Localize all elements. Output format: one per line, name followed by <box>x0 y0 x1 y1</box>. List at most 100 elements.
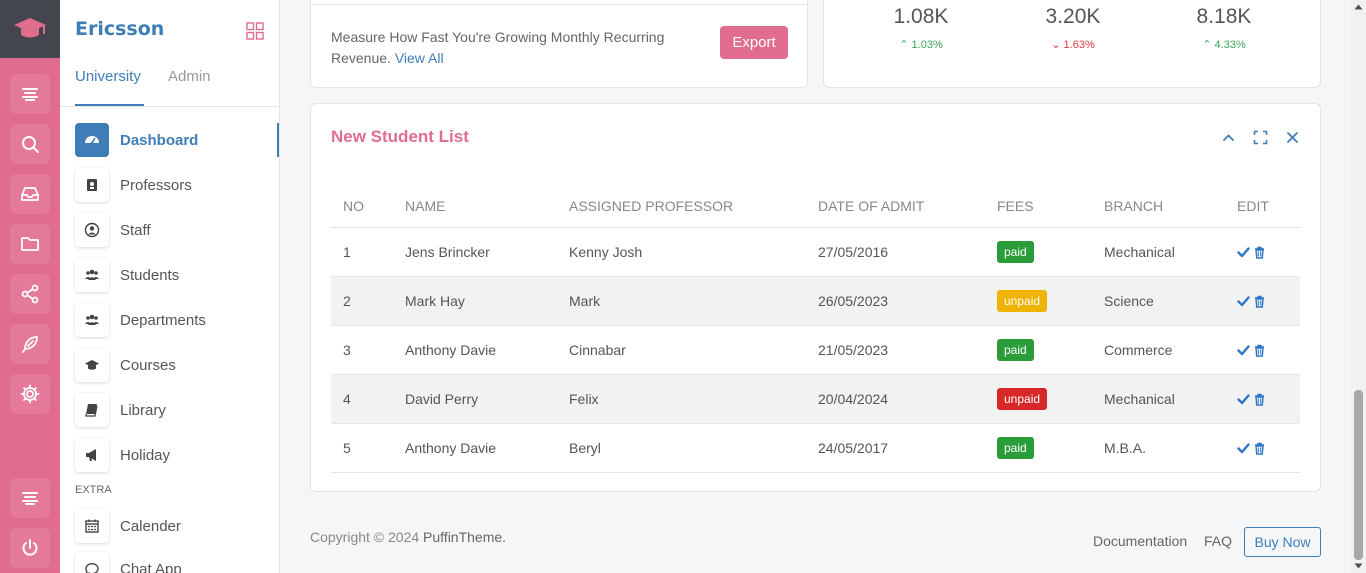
fullscreen-button[interactable] <box>1251 128 1269 146</box>
copyright: Copyright © 2024 PuffinTheme. <box>310 529 507 545</box>
column-header[interactable]: BRANCH <box>1092 186 1225 228</box>
sidebar-item-holiday[interactable]: Holiday <box>75 438 279 472</box>
view-all-link[interactable]: View All <box>395 50 444 66</box>
faq-link[interactable]: FAQ <box>1204 533 1232 549</box>
share-button[interactable] <box>10 274 50 314</box>
brand-link[interactable]: PuffinTheme. <box>423 529 506 545</box>
menu-toggle-button[interactable] <box>10 74 50 114</box>
sidebar-item-calender[interactable]: Calender <box>75 509 279 543</box>
documentation-link[interactable]: Documentation <box>1093 533 1187 549</box>
cell-fees: paid <box>985 423 1092 473</box>
feather-button[interactable] <box>10 324 50 364</box>
trash-icon[interactable] <box>1253 246 1266 259</box>
cell-edit <box>1225 325 1300 375</box>
power-icon <box>22 539 38 556</box>
cell-branch: Commerce <box>1092 325 1225 375</box>
settings-button[interactable] <box>10 374 50 414</box>
trash-icon[interactable] <box>1253 344 1266 357</box>
table-header-row: NO NAME ASSIGNED PROFESSOR DATE OF ADMIT… <box>331 186 1300 228</box>
export-button[interactable]: Export <box>720 26 788 59</box>
id-badge-icon <box>87 179 97 191</box>
column-header[interactable]: NO <box>331 186 393 228</box>
sidebar-item-dashboard[interactable]: Dashboard <box>75 123 279 157</box>
buy-now-button[interactable]: Buy Now <box>1244 527 1321 557</box>
collapse-menu-button[interactable] <box>10 478 50 518</box>
check-icon[interactable] <box>1237 246 1250 259</box>
sidebar-item-students[interactable]: Students <box>75 258 279 292</box>
folder-button[interactable] <box>10 224 50 264</box>
book-icon <box>85 404 98 417</box>
sidebar-item-staff[interactable]: Staff <box>75 213 279 247</box>
close-button[interactable] <box>1283 128 1301 146</box>
column-header[interactable]: NAME <box>393 186 557 228</box>
stat-value: 1.08K <box>893 5 949 28</box>
active-item-indicator <box>277 123 279 157</box>
revenue-card: Measure How Fast You're Growing Monthly … <box>310 0 809 88</box>
stat-change: ⌃ 1.03% <box>899 39 943 51</box>
brand-title: Ericsson <box>75 18 165 40</box>
sidebar-item-departments[interactable]: Departments <box>75 303 279 337</box>
table-row: 4 David Perry Felix 20/04/2024 unpaid Me… <box>331 374 1300 424</box>
sidebar-item-chat-app[interactable]: Chat App <box>75 552 279 573</box>
scrollbar[interactable] <box>1351 0 1366 573</box>
cell-no: 1 <box>331 227 393 277</box>
tab-admin[interactable]: Admin <box>168 68 211 85</box>
scroll-up-arrow-icon[interactable] <box>1354 3 1363 11</box>
trash-icon[interactable] <box>1253 295 1266 308</box>
menu-lines-icon <box>22 88 38 101</box>
revenue-description: Measure How Fast You're Growing Monthly … <box>331 29 665 66</box>
search-button[interactable] <box>10 124 50 164</box>
inbox-button[interactable] <box>10 174 50 214</box>
cell-professor: Beryl <box>557 423 806 473</box>
column-header[interactable]: DATE OF ADMIT <box>806 186 985 228</box>
check-icon[interactable] <box>1237 344 1250 357</box>
sidebar-item-label: Departments <box>120 311 206 329</box>
check-icon[interactable] <box>1237 393 1250 406</box>
grid-icon[interactable] <box>246 22 264 40</box>
cell-fees: paid <box>985 227 1092 277</box>
sidebar-item-label: Chat App <box>120 560 182 573</box>
column-header[interactable]: ASSIGNED PROFESSOR <box>557 186 806 228</box>
column-header[interactable]: EDIT <box>1225 186 1300 228</box>
table-row: 2 Mark Hay Mark 26/05/2023 unpaid Scienc… <box>331 276 1300 326</box>
scroll-down-arrow-icon[interactable] <box>1354 562 1363 570</box>
sidebar-item-label: Calender <box>120 517 181 535</box>
arrow-up-icon: ⌃ <box>1202 39 1212 51</box>
sidebar-item-library[interactable]: Library <box>75 393 279 427</box>
sidebar-item-courses[interactable]: Courses <box>75 348 279 382</box>
users-icon <box>85 314 99 325</box>
trash-icon[interactable] <box>1253 393 1266 406</box>
cell-date: 27/05/2016 <box>806 227 985 277</box>
close-icon <box>1286 131 1298 143</box>
share-icon <box>21 284 39 304</box>
graduation-cap-icon <box>85 360 99 370</box>
tab-university[interactable]: University <box>75 68 141 85</box>
expand-icon <box>1253 130 1267 144</box>
collapse-button[interactable] <box>1219 128 1237 146</box>
sidebar-item-professors[interactable]: Professors <box>75 168 279 202</box>
stats-card: 1.08K ⌃ 1.03% 3.20K ⌄ 1.63% 8.18K ⌃ 4.33… <box>823 0 1321 88</box>
column-header[interactable]: FEES <box>985 186 1092 228</box>
card-divider <box>311 4 809 5</box>
cell-branch: Mechanical <box>1092 374 1225 424</box>
fee-status-badge: paid <box>997 338 1034 361</box>
chevron-up-icon <box>1222 133 1234 141</box>
inbox-icon <box>21 187 39 201</box>
sidebar-item-label: Library <box>120 401 166 419</box>
graduation-cap-icon <box>14 18 46 38</box>
trash-icon[interactable] <box>1253 442 1266 455</box>
cell-fees: paid <box>985 325 1092 375</box>
logo[interactable] <box>0 0 60 58</box>
cell-edit <box>1225 374 1300 424</box>
cell-professor: Cinnabar <box>557 325 806 375</box>
users-icon <box>85 269 99 280</box>
check-icon[interactable] <box>1237 295 1250 308</box>
cell-fees: unpaid <box>985 374 1092 424</box>
dashboard-icon <box>85 136 99 145</box>
arrow-down-icon: ⌄ <box>1051 39 1061 51</box>
check-icon[interactable] <box>1237 442 1250 455</box>
cell-branch: Mechanical <box>1092 227 1225 277</box>
power-button[interactable] <box>10 528 50 568</box>
scroll-thumb[interactable] <box>1354 390 1363 560</box>
student-list-card: New Student List NO NAME ASSIGNED PROFES… <box>310 103 1321 492</box>
